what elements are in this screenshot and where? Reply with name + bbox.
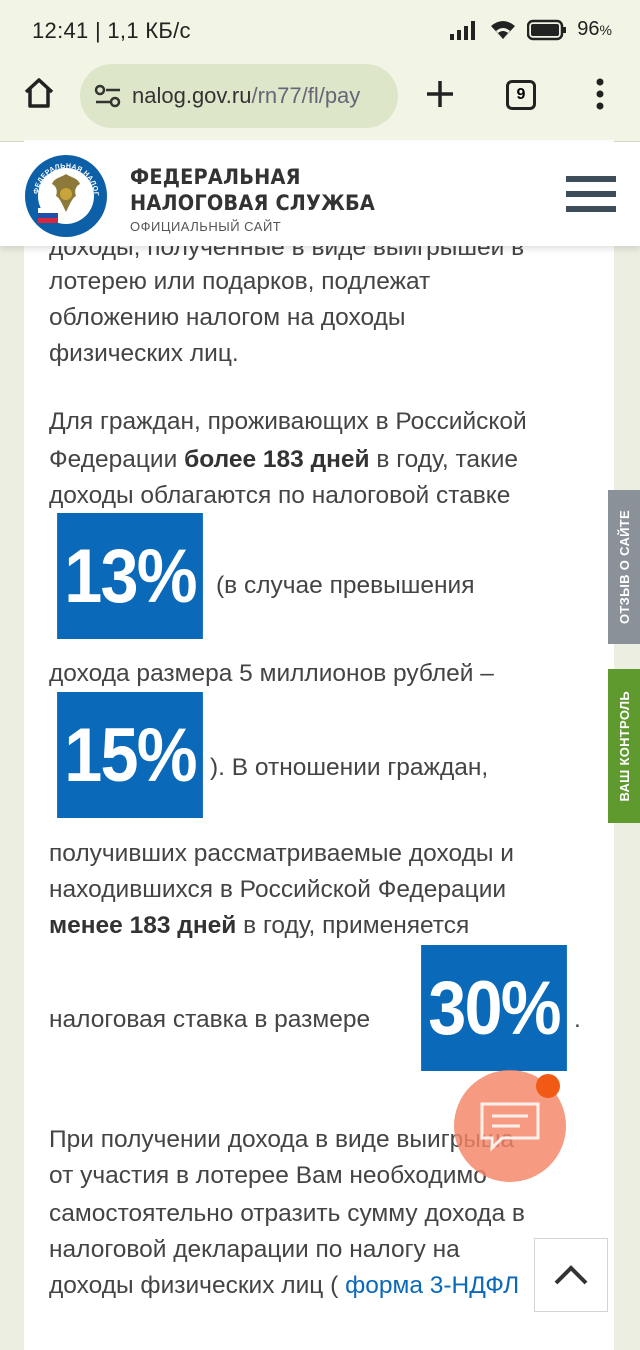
fns-emblem-icon: ФЕДЕРАЛЬНАЯ НАЛОГОВАЯ СЛУЖБА [20, 149, 107, 237]
chat-notification-dot [536, 1074, 560, 1098]
chat-icon [480, 1102, 540, 1152]
status-time: 12:41 | 1,1 КБ/с [32, 18, 191, 43]
feedback-tab-label: ОТЗЫВ О САЙТЕ [616, 510, 632, 624]
status-bar: 12:41 | 1,1 КБ/с 96% [0, 0, 640, 62]
residents-days-bold: более 183 дней [184, 446, 370, 473]
after-30-text: . [574, 1006, 581, 1033]
home-icon [24, 78, 54, 108]
paragraph-2-line-2: Федерации более 183 дней в году, такие [49, 446, 519, 473]
brand-name[interactable]: ФЕДЕРАЛЬНАЯ НАЛОГОВАЯ СЛУЖБА ОФИЦИАЛЬНЫЙ… [130, 164, 396, 234]
battery-level: 96% [577, 18, 612, 40]
paragraph-3-line-3: самостоятельно отразить сумму дохода в [49, 1200, 525, 1227]
paragraph-3-line-4: налоговой декларации по налогу на [49, 1236, 460, 1263]
form-3ndfl-link[interactable]: форма 3-НДФЛ [345, 1272, 519, 1299]
chevron-up-icon [554, 1265, 588, 1285]
after-13-text: (в случае превышения [216, 572, 475, 599]
fns-logo[interactable]: ФЕДЕРАЛЬНАЯ НАЛОГОВАЯ СЛУЖБА [20, 149, 108, 238]
battery-icon [527, 19, 567, 40]
control-tab-label: ВАШ КОНТРОЛЬ [616, 690, 632, 802]
more-vert-icon [596, 78, 604, 110]
paragraph-2-line-5: дохода размера 5 миллионов рублей – [49, 660, 494, 687]
browser-toolbar: nalog.gov.ru/rn77/fl/pay 9 [0, 62, 640, 142]
paragraph-2-line-10: налоговая ставка в размере [49, 1006, 371, 1033]
paragraph-3-line-5: доходы физических лиц ( форма 3-НДФЛ [49, 1272, 520, 1299]
site-settings-icon[interactable] [94, 84, 122, 108]
control-tab[interactable]: ВАШ КОНТРОЛЬ [608, 669, 640, 823]
menu-button[interactable] [594, 78, 606, 115]
chat-button[interactable] [454, 1070, 566, 1182]
nonresidents-days-bold: менее 183 дней [49, 912, 237, 939]
home-button[interactable] [22, 76, 56, 115]
rate-15-badge: 15% [57, 692, 203, 818]
tab-count: 9 [506, 80, 536, 110]
address-bar[interactable]: nalog.gov.ru/rn77/fl/pay [80, 64, 398, 128]
plus-icon [427, 81, 453, 107]
new-tab-button[interactable] [424, 78, 456, 115]
paragraph-2-line-8: находившихся в Российской Федерации [49, 876, 507, 903]
paragraph-2-line-1: Для граждан, проживающих в Российской [49, 408, 527, 435]
paragraph-1-line-2: обложению налогом на доходы [49, 304, 406, 331]
scroll-to-top-button[interactable] [534, 1238, 608, 1312]
paragraph-2-line-3: доходы облагаются по налоговой ставке [49, 482, 511, 509]
brand-line-2: НАЛОГОВАЯ СЛУЖБА [130, 191, 376, 215]
site-header: ФЕДЕРАЛЬНАЯ НАЛОГОВАЯ СЛУЖБА ФЕДЕРАЛЬНАЯ… [0, 142, 640, 246]
after-15-text: ). В отношении граждан, [210, 754, 489, 781]
rate-30-badge: 30% [421, 945, 567, 1071]
tab-switcher-button[interactable]: 9 [506, 80, 536, 110]
wifi-icon [491, 20, 516, 39]
paragraph-1-line-1: лотерею или подарков, подлежат [49, 268, 431, 295]
url-text[interactable]: nalog.gov.ru/rn77/fl/pay [132, 83, 360, 109]
paragraph-2-line-7: получивших рассматриваемые доходы и [49, 840, 514, 867]
paragraph-1-line-3: физических лиц. [49, 340, 239, 367]
signal-icon [450, 20, 476, 40]
brand-line-1: ФЕДЕРАЛЬНАЯ [130, 165, 301, 189]
rate-13-badge: 13% [57, 513, 203, 639]
site-menu-button[interactable] [566, 176, 616, 216]
brand-subtitle: ОФИЦИАЛЬНЫЙ САЙТ [130, 219, 282, 234]
feedback-tab[interactable]: ОТЗЫВ О САЙТЕ [608, 490, 640, 644]
hamburger-icon [566, 176, 616, 182]
status-icons: 96% [449, 18, 612, 41]
paragraph-2-line-9: менее 183 дней в году, применяется [49, 912, 470, 939]
